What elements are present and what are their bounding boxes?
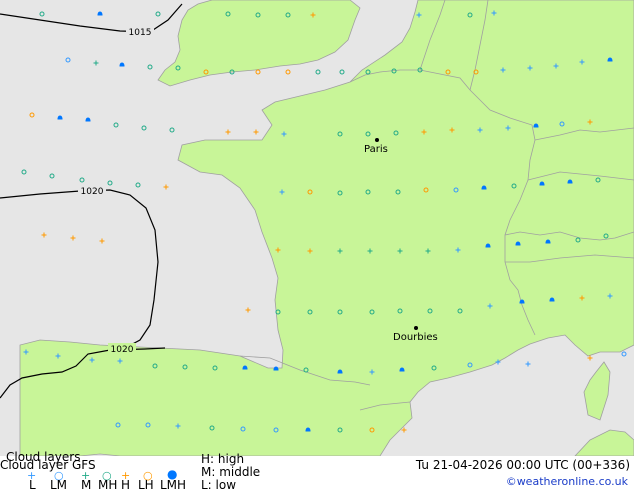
legend-code-lh: LH xyxy=(138,478,154,492)
city-label-dourbies: Dourbies xyxy=(393,332,438,343)
legend-code-l: L xyxy=(29,478,36,492)
valid-time: Tu 21-04-2026 00:00 UTC (00+336) xyxy=(415,458,630,472)
weather-map: 1015 1020 1020 Paris Dourbies xyxy=(0,0,634,456)
isobar-label-1020-north: 1020 xyxy=(81,187,104,197)
city-label-paris: Paris xyxy=(364,144,388,155)
legend-code-mh: MH xyxy=(98,478,118,492)
isobar-label-1015: 1015 xyxy=(129,28,152,38)
legend-code-m: M xyxy=(81,478,92,492)
city-marker-paris xyxy=(375,138,379,142)
legend-code-h: H xyxy=(121,478,131,492)
legend-code-lm: LM xyxy=(50,478,68,492)
credit-link[interactable]: ©weatheronline.co.uk xyxy=(506,475,628,488)
city-marker-dourbies xyxy=(414,326,418,330)
isobar-label-1020-south: 1020 xyxy=(111,345,134,355)
legend: Cloud layers Cloud layer GFS + ○ + ○ + ○… xyxy=(0,451,634,492)
legend-key-low: L: low xyxy=(201,478,237,492)
legend-code-lmh: LMH xyxy=(160,478,187,492)
